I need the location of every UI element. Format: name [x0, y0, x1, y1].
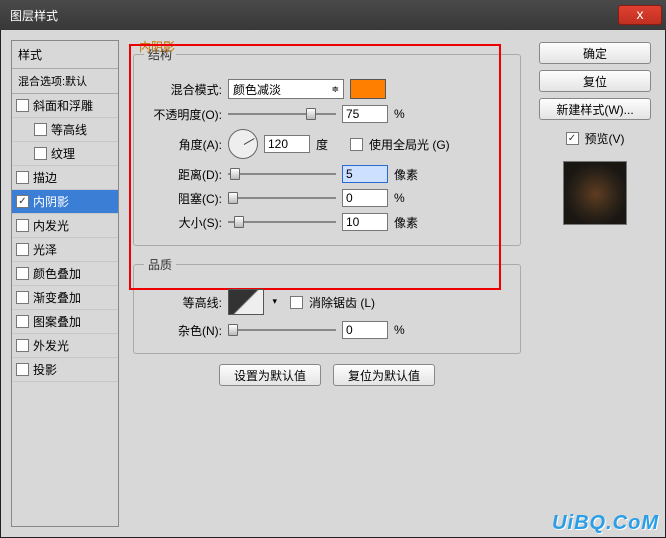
blend-options-row[interactable]: 混合选项:默认 — [12, 69, 118, 94]
noise-unit: % — [394, 323, 422, 337]
antialias-checkbox[interactable] — [290, 296, 303, 309]
noise-slider[interactable] — [228, 323, 336, 337]
antialias-label: 消除锯齿 (L) — [309, 294, 375, 311]
size-input[interactable] — [342, 213, 388, 231]
color-swatch[interactable] — [350, 79, 386, 99]
close-button[interactable]: x — [618, 5, 662, 25]
style-item-9[interactable]: 图案叠加 — [12, 310, 118, 334]
style-item-7[interactable]: 颜色叠加 — [12, 262, 118, 286]
style-item-4[interactable]: 内阴影 — [12, 190, 118, 214]
style-item-label: 光泽 — [33, 241, 57, 258]
style-checkbox[interactable] — [16, 99, 29, 112]
style-checkbox[interactable] — [16, 195, 29, 208]
chevron-down-icon: ≑ — [331, 84, 339, 95]
style-item-label: 图案叠加 — [33, 313, 81, 330]
style-checkbox[interactable] — [16, 339, 29, 352]
layer-style-dialog: 图层样式 x 样式 混合选项:默认 斜面和浮雕等高线纹理描边内阴影内发光光泽颜色… — [0, 0, 666, 538]
style-checkbox[interactable] — [16, 267, 29, 280]
style-item-label: 投影 — [33, 361, 57, 378]
style-checkbox[interactable] — [34, 123, 47, 136]
blend-mode-dropdown[interactable]: 颜色减淡 ≑ — [228, 79, 344, 99]
style-item-11[interactable]: 投影 — [12, 358, 118, 382]
style-item-3[interactable]: 描边 — [12, 166, 118, 190]
style-item-label: 等高线 — [51, 121, 87, 138]
quality-group: 品质 等高线: ▾ 消除锯齿 (L) 杂色(N): % — [133, 256, 521, 354]
watermark: UiBQ.CoM — [552, 512, 659, 535]
style-item-6[interactable]: 光泽 — [12, 238, 118, 262]
angle-label: 角度(A): — [144, 136, 222, 153]
quality-legend: 品质 — [144, 256, 176, 273]
angle-unit: 度 — [316, 136, 344, 153]
size-unit: 像素 — [394, 214, 422, 231]
contour-picker[interactable]: ▾ — [228, 289, 264, 315]
style-item-5[interactable]: 内发光 — [12, 214, 118, 238]
style-item-label: 内阴影 — [33, 193, 69, 210]
action-panel: 确定 复位 新建样式(W)... 预览(V) — [535, 40, 655, 527]
window-title: 图层样式 — [10, 7, 618, 24]
choke-input[interactable] — [342, 189, 388, 207]
style-item-0[interactable]: 斜面和浮雕 — [12, 94, 118, 118]
structure-group: 结构 混合模式: 颜色减淡 ≑ 不透明度(O): % 角度(A): — [133, 46, 521, 246]
style-checkbox[interactable] — [16, 171, 29, 184]
angle-dial[interactable] — [228, 129, 258, 159]
style-checkbox[interactable] — [16, 315, 29, 328]
style-item-8[interactable]: 渐变叠加 — [12, 286, 118, 310]
settings-panel: 内阴影 结构 混合模式: 颜色减淡 ≑ 不透明度(O): % — [125, 40, 529, 527]
titlebar[interactable]: 图层样式 x — [0, 0, 666, 30]
style-checkbox[interactable] — [16, 219, 29, 232]
ok-button[interactable]: 确定 — [539, 42, 651, 64]
global-light-checkbox[interactable] — [350, 138, 363, 151]
chevron-down-icon: ▾ — [272, 296, 277, 307]
choke-slider[interactable] — [228, 191, 336, 205]
preview-thumbnail — [563, 161, 627, 225]
style-checkbox[interactable] — [16, 363, 29, 376]
styles-list-panel: 样式 混合选项:默认 斜面和浮雕等高线纹理描边内阴影内发光光泽颜色叠加渐变叠加图… — [11, 40, 119, 527]
style-item-10[interactable]: 外发光 — [12, 334, 118, 358]
size-label: 大小(S): — [144, 214, 222, 231]
preview-checkbox[interactable] — [566, 132, 579, 145]
preview-label: 预览(V) — [585, 130, 625, 147]
blend-mode-value: 颜色减淡 — [233, 81, 281, 98]
distance-input[interactable] — [342, 165, 388, 183]
angle-input[interactable] — [264, 135, 310, 153]
choke-label: 阻塞(C): — [144, 190, 222, 207]
contour-label: 等高线: — [144, 294, 222, 311]
noise-input[interactable] — [342, 321, 388, 339]
opacity-label: 不透明度(O): — [144, 106, 222, 123]
new-style-button[interactable]: 新建样式(W)... — [539, 98, 651, 120]
style-checkbox[interactable] — [16, 291, 29, 304]
style-item-label: 纹理 — [51, 145, 75, 162]
choke-unit: % — [394, 191, 422, 205]
styles-header[interactable]: 样式 — [12, 41, 118, 69]
style-checkbox[interactable] — [16, 243, 29, 256]
make-default-button[interactable]: 设置为默认值 — [219, 364, 321, 386]
style-item-1[interactable]: 等高线 — [12, 118, 118, 142]
style-item-label: 渐变叠加 — [33, 289, 81, 306]
style-item-label: 颜色叠加 — [33, 265, 81, 282]
style-item-label: 内发光 — [33, 217, 69, 234]
size-slider[interactable] — [228, 215, 336, 229]
opacity-input[interactable] — [342, 105, 388, 123]
style-item-2[interactable]: 纹理 — [12, 142, 118, 166]
style-item-label: 描边 — [33, 169, 57, 186]
style-item-label: 斜面和浮雕 — [33, 97, 93, 114]
reset-default-button[interactable]: 复位为默认值 — [333, 364, 435, 386]
style-checkbox[interactable] — [34, 147, 47, 160]
noise-label: 杂色(N): — [144, 322, 222, 339]
global-light-label: 使用全局光 (G) — [369, 136, 450, 153]
distance-slider[interactable] — [228, 167, 336, 181]
style-item-label: 外发光 — [33, 337, 69, 354]
cancel-button[interactable]: 复位 — [539, 70, 651, 92]
distance-unit: 像素 — [394, 166, 422, 183]
blend-mode-label: 混合模式: — [144, 81, 222, 98]
effect-title: 内阴影 — [139, 38, 175, 55]
opacity-unit: % — [394, 107, 422, 121]
distance-label: 距离(D): — [144, 166, 222, 183]
opacity-slider[interactable] — [228, 107, 336, 121]
dialog-body: 样式 混合选项:默认 斜面和浮雕等高线纹理描边内阴影内发光光泽颜色叠加渐变叠加图… — [0, 30, 666, 538]
